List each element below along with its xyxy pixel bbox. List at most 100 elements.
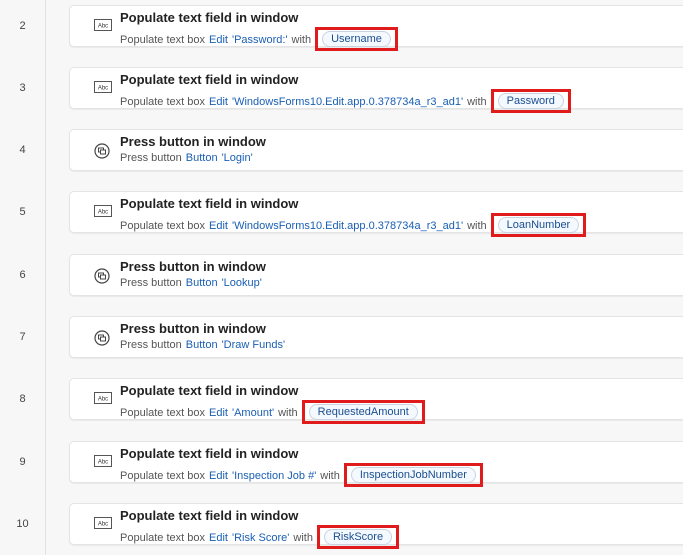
flow-step[interactable]: 10 Abc Populate text field in window Popula… [0,503,683,549]
control-type-link[interactable]: Edit [209,407,228,419]
flow-step[interactable]: 7 Press button in window Press button Butto… [0,316,683,362]
step-connector: with [293,532,313,544]
step-title: Populate text field in window [120,383,299,398]
variable-token[interactable]: RequestedAmount [308,404,418,420]
control-type-link[interactable]: Edit [209,470,228,482]
step-title: Populate text field in window [120,72,299,87]
step-description: Populate text box Edit 'Password:' with User… [120,27,398,52]
step-number: 8 [19,393,26,405]
step-card[interactable]: Press button in window Press button Button… [69,254,683,296]
step-card[interactable]: Press button in window Press button Button… [69,129,683,171]
svg-text:Abc: Abc [98,210,108,216]
control-type-link[interactable]: Edit [209,532,228,544]
svg-text:Abc: Abc [98,397,108,403]
step-title: Populate text field in window [120,10,299,25]
step-description: Populate text box Edit 'Inspection Job #' w… [120,463,483,488]
step-action-prefix: Populate text box [120,407,206,419]
step-number: 10 [16,518,29,530]
step-description: Press button Button 'Login' [120,152,253,164]
text-field-icon: Abc [94,19,112,33]
step-number: 5 [19,206,26,218]
highlight-box: RiskScore [316,525,400,549]
step-connector: with [320,470,340,482]
step-connector: with [467,220,487,232]
step-action-prefix: Populate text box [120,220,206,232]
svg-text:Abc: Abc [98,86,108,92]
control-type-link[interactable]: Edit [209,220,228,232]
control-type-link[interactable]: Button [186,277,218,289]
step-number: 7 [19,331,26,343]
step-action-prefix: Press button [120,339,182,351]
flow-step[interactable]: 2 Abc Populate text field in window Populat… [0,5,683,51]
step-title: Populate text field in window [120,196,299,211]
flow-step[interactable]: 4 Press button in window Press button Butto… [0,129,683,175]
step-action-prefix: Press button [120,277,182,289]
text-field-icon: Abc [94,517,112,531]
control-name-link[interactable]: 'Inspection Job #' [232,470,316,482]
highlight-box: LoanNumber [490,213,587,237]
step-title: Populate text field in window [120,446,299,461]
svg-text:Abc: Abc [98,24,108,30]
step-card[interactable]: Abc Populate text field in window Populate… [69,67,683,113]
step-description: Press button Button 'Lookup' [120,277,262,289]
control-type-link[interactable]: Button [186,339,218,351]
highlight-box: InspectionJobNumber [343,463,483,487]
step-action-prefix: Populate text box [120,96,206,108]
svg-text:Abc: Abc [98,522,108,528]
step-number: 6 [19,269,26,281]
step-card[interactable]: Abc Populate text field in window Populate… [69,441,683,487]
highlight-box: RequestedAmount [301,400,425,424]
step-card[interactable]: Press button in window Press button Button… [69,316,683,358]
step-title: Press button in window [120,321,266,336]
step-description: Populate text box Edit 'Risk Score' with Ris… [120,525,400,550]
flow-step[interactable]: 5 Abc Populate text field in window Populat… [0,191,683,237]
flow-step[interactable]: 3 Abc Populate text field in window Populat… [0,67,683,113]
step-number: 9 [19,456,26,468]
variable-token[interactable]: InspectionJobNumber [350,467,476,483]
variable-token[interactable]: Password [497,93,564,109]
control-name-link[interactable]: 'WindowsForms10.Edit.app.0.378734a_r3_ad… [232,96,463,108]
variable-token[interactable]: LoanNumber [497,217,580,233]
flow-step[interactable]: 8 Abc Populate text field in window Populat… [0,378,683,424]
press-button-icon [94,268,112,284]
svg-text:Abc: Abc [98,460,108,466]
highlight-box: Username [315,27,398,51]
control-name-link[interactable]: 'Risk Score' [232,532,289,544]
step-number: 4 [19,144,26,156]
control-name-link[interactable]: 'Draw Funds' [222,339,286,351]
control-type-link[interactable]: Edit [209,34,228,46]
control-type-link[interactable]: Edit [209,96,228,108]
variable-token[interactable]: Username [322,31,391,47]
text-field-icon: Abc [94,205,112,219]
step-description: Press button Button 'Draw Funds' [120,339,285,351]
step-description: Populate text box Edit 'Amount' with Request… [120,400,425,425]
press-button-icon [94,143,112,159]
control-name-link[interactable]: 'WindowsForms10.Edit.app.0.378734a_r3_ad… [232,220,463,232]
step-description: Populate text box Edit 'WindowsForms10.Edi… [120,213,587,238]
control-name-link[interactable]: 'Lookup' [222,277,262,289]
step-title: Press button in window [120,259,266,274]
control-name-link[interactable]: 'Login' [222,152,253,164]
step-card[interactable]: Abc Populate text field in window Populate… [69,5,683,51]
step-title: Populate text field in window [120,508,299,523]
step-card[interactable]: Abc Populate text field in window Populate… [69,191,683,237]
step-card[interactable]: Abc Populate text field in window Populate… [69,378,683,424]
control-name-link[interactable]: 'Amount' [232,407,274,419]
step-number: 3 [19,82,26,94]
text-field-icon: Abc [94,81,112,95]
highlight-box: Password [490,89,571,113]
control-name-link[interactable]: 'Password:' [232,34,288,46]
step-card[interactable]: Abc Populate text field in window Populate… [69,503,683,549]
variable-token[interactable]: RiskScore [323,529,393,545]
step-title: Press button in window [120,134,266,149]
step-description: Populate text box Edit 'WindowsForms10.Edi… [120,89,571,114]
flow-step-list: 2 Abc Populate text field in window Populat… [0,0,683,555]
flow-step[interactable]: 9 Abc Populate text field in window Populat… [0,441,683,487]
control-type-link[interactable]: Button [186,152,218,164]
press-button-icon [94,330,112,346]
step-connector: with [291,34,312,46]
flow-step[interactable]: 6 Press button in window Press button Butto… [0,254,683,300]
text-field-icon: Abc [94,455,112,469]
step-action-prefix: Press button [120,152,182,164]
step-number: 2 [19,20,26,32]
